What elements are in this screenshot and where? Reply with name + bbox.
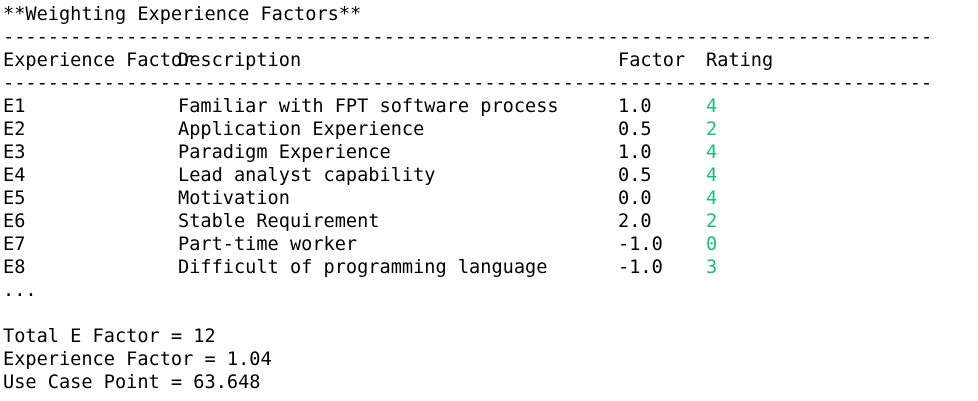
use-case-point: Use Case Point = 63.648 (3, 372, 261, 393)
experience-factor: Experience Factor = 1.04 (3, 349, 272, 370)
table-row: E4 Lead analyst capability 0.5 4 (3, 164, 975, 187)
row-factor: 0.5 (618, 119, 652, 140)
row-rating: 4 (706, 142, 718, 163)
row-id: E4 (3, 165, 26, 186)
row-id: E5 (3, 188, 26, 209)
total-e-factor: Total E Factor = 12 (3, 326, 216, 347)
row-factor: 2.0 (618, 211, 652, 232)
row-factor: -1.0 (618, 257, 663, 278)
row-id: E6 (3, 211, 26, 232)
row-description: Part-time worker (178, 234, 358, 255)
row-factor: 0.0 (618, 188, 652, 209)
table-row: E3 Paradigm Experience 1.0 4 (3, 141, 975, 164)
row-rating: 4 (706, 188, 718, 209)
row-rating: 2 (706, 119, 718, 140)
header-rating: Rating (706, 50, 774, 71)
row-description: Paradigm Experience (178, 142, 391, 163)
row-id: E1 (3, 96, 26, 117)
table-row: E6 Stable Requirement 2.0 2 (3, 210, 975, 233)
row-description: Stable Requirement (178, 211, 380, 232)
row-rating: 4 (706, 96, 718, 117)
table-row: E8 Difficult of programming language -1.… (3, 256, 975, 279)
row-factor: 0.5 (618, 165, 652, 186)
header-description: Description (178, 50, 302, 71)
row-rating: 2 (706, 211, 718, 232)
header-experience-factor: Experience Factor (3, 50, 194, 71)
row-id: E2 (3, 119, 26, 140)
row-description: Familiar with FPT software process (178, 96, 559, 117)
row-rating: 4 (706, 165, 718, 186)
table-row: E5 Motivation 0.0 4 (3, 187, 975, 210)
row-rating: 0 (706, 234, 718, 255)
row-id: E8 (3, 257, 26, 278)
divider-top: ----------------------------------------… (3, 27, 933, 48)
row-description: Difficult of programming language (178, 257, 548, 278)
row-factor: 1.0 (618, 96, 652, 117)
header-factor: Factor (618, 50, 686, 71)
table-row: E1 Familiar with FPT software process 1.… (3, 95, 975, 118)
table-row: E2 Application Experience 0.5 2 (3, 118, 975, 141)
page-title: **Weighting Experience Factors** (3, 4, 362, 25)
row-id: E7 (3, 234, 26, 255)
table-header: Experience Factor Description Factor Rat… (3, 49, 975, 72)
row-description: Lead analyst capability (178, 165, 436, 186)
table-row: E7 Part-time worker -1.0 0 (3, 233, 975, 256)
terminal-output: **Weighting Experience Factors** -------… (3, 3, 975, 394)
row-description: Application Experience (178, 119, 425, 140)
row-factor: -1.0 (618, 234, 663, 255)
ellipsis: ... (3, 280, 37, 301)
row-factor: 1.0 (618, 142, 652, 163)
row-id: E3 (3, 142, 26, 163)
divider-header: ----------------------------------------… (3, 73, 933, 94)
row-description: Motivation (178, 188, 290, 209)
row-rating: 3 (706, 257, 718, 278)
